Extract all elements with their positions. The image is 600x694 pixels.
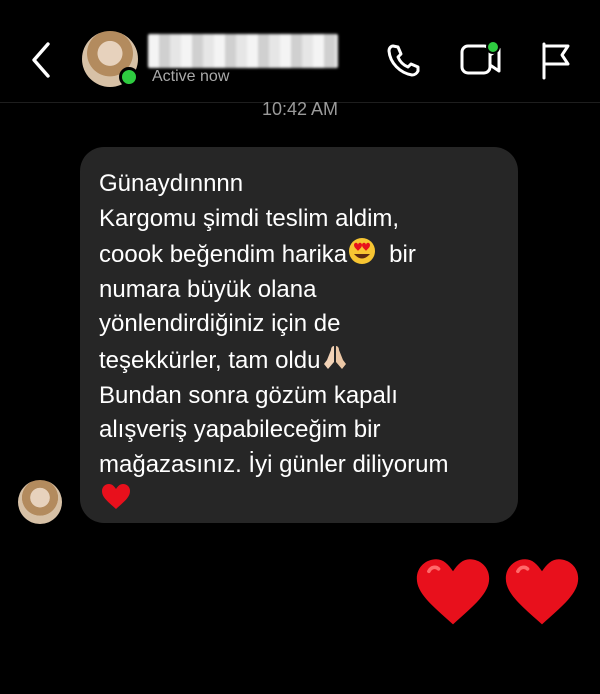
contact-avatar[interactable]	[82, 31, 139, 87]
message-text: coook beğendim harika	[99, 241, 348, 269]
flag-icon[interactable]	[537, 38, 573, 82]
back-chevron-icon[interactable]	[26, 38, 58, 82]
message-line: coook beğendim harika bir	[99, 236, 500, 273]
message-line: yönlendirdiğiniz için de	[99, 310, 341, 338]
red-heart-emoji[interactable]	[501, 554, 583, 632]
message-line: alışveriş yapabileceğim bir	[99, 416, 381, 444]
sender-avatar	[18, 480, 62, 524]
message-line	[99, 482, 500, 519]
red-heart-emoji	[102, 484, 130, 510]
message-timestamp: 10:42 AM	[261, 99, 339, 119]
red-heart-emoji[interactable]	[412, 554, 494, 632]
phone-icon[interactable]	[384, 38, 424, 82]
video-icon[interactable]	[458, 38, 504, 82]
chat-header: Active now	[0, 0, 600, 103]
contact-name-redacted[interactable]	[148, 34, 338, 68]
message-text: bir	[389, 241, 416, 269]
message-text: teşekkürler, tam oldu	[99, 346, 321, 374]
message-line: numara büyük olana	[99, 275, 317, 303]
message-line: Günaydınnnn	[99, 170, 244, 197]
message-bubble[interactable]: Günaydınnnn Kargomu şimdi teslim aldim, …	[80, 147, 518, 523]
folded-hands-emoji	[324, 345, 347, 369]
message-line: mağazasınız. İyi günler diliyorum	[99, 450, 449, 478]
message-line: Bundan sonra gözüm kapalı	[99, 381, 398, 409]
heart-eyes-emoji	[349, 238, 376, 265]
message-line: teşekkürler, tam oldu	[99, 342, 500, 379]
message-line: Kargomu şimdi teslim aldim,	[99, 204, 400, 232]
online-indicator	[119, 67, 139, 87]
active-status: Active now	[152, 68, 230, 85]
